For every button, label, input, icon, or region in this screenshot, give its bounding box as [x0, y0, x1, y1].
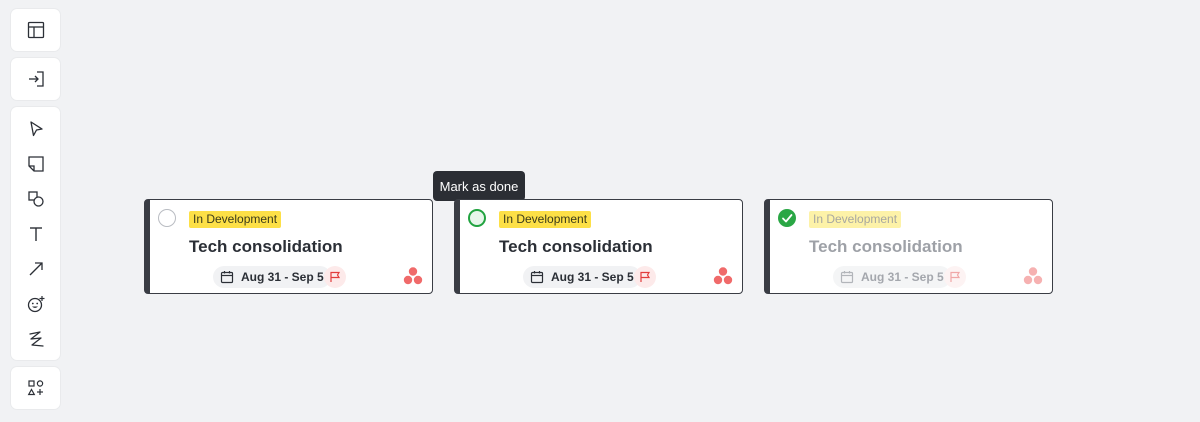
- toolbar-bottom-group: [11, 367, 60, 409]
- sticky-note-icon: [27, 155, 44, 172]
- checkmark-icon: [782, 214, 793, 223]
- toolbar-top-group-1: [11, 9, 60, 51]
- shapes-icon: [27, 190, 44, 207]
- more-shapes-add-icon: [27, 380, 43, 396]
- import-icon: [28, 71, 44, 87]
- text-icon: [29, 226, 42, 241]
- task-card[interactable]: In Development Tech consolidation Aug 31…: [454, 199, 743, 294]
- toolbar-tools-group: [11, 107, 60, 360]
- mark-done-checkbox[interactable]: [468, 209, 486, 227]
- mark-done-tooltip: Mark as done: [433, 171, 525, 206]
- import-button[interactable]: [11, 58, 60, 100]
- pen-tool-button[interactable]: [11, 321, 60, 356]
- task-title: Tech consolidation: [809, 237, 963, 256]
- mark-done-checkbox[interactable]: [158, 209, 176, 227]
- select-pointer-icon: [29, 120, 43, 136]
- task-card-completed[interactable]: In Development Tech consolidation Aug 31…: [764, 199, 1053, 294]
- layout-panel-icon: [27, 21, 44, 39]
- due-date-text: Aug 31 - Sep 5: [551, 270, 634, 284]
- mark-done-checkbox[interactable]: [778, 209, 796, 227]
- text-tool-button[interactable]: [11, 216, 60, 251]
- due-date-chip[interactable]: Aug 31 - Sep 5: [213, 266, 331, 288]
- asana-logo-icon: [1023, 267, 1043, 285]
- calendar-icon: [840, 271, 854, 284]
- sticky-note-tool-button[interactable]: [11, 146, 60, 181]
- priority-flag-chip[interactable]: [324, 266, 346, 288]
- pen-draw-icon: [28, 330, 44, 347]
- arrow-line-icon: [29, 261, 43, 275]
- emoji-add-icon: [27, 295, 44, 312]
- more-shapes-button[interactable]: [11, 367, 60, 409]
- task-card[interactable]: In Development Tech consolidation Aug 31…: [144, 199, 433, 294]
- flag-icon: [640, 271, 651, 282]
- priority-flag-chip[interactable]: [944, 266, 966, 288]
- due-date-text: Aug 31 - Sep 5: [861, 270, 944, 284]
- emoji-tool-button[interactable]: [11, 286, 60, 321]
- calendar-icon: [220, 271, 234, 284]
- due-date-text: Aug 31 - Sep 5: [241, 270, 324, 284]
- priority-flag-chip[interactable]: [634, 266, 656, 288]
- select-tool-button[interactable]: [11, 111, 60, 146]
- flag-icon: [330, 271, 341, 282]
- flag-icon: [950, 271, 961, 282]
- due-date-chip[interactable]: Aug 31 - Sep 5: [523, 266, 641, 288]
- task-title: Tech consolidation: [499, 237, 653, 256]
- layout-panel-button[interactable]: [11, 9, 60, 51]
- asana-logo-icon: [713, 267, 733, 285]
- shapes-tool-button[interactable]: [11, 181, 60, 216]
- asana-logo-icon: [403, 267, 423, 285]
- status-badge: In Development: [189, 211, 282, 228]
- arrow-tool-button[interactable]: [11, 251, 60, 286]
- status-badge: In Development: [809, 211, 902, 228]
- status-badge: In Development: [499, 211, 592, 228]
- task-title: Tech consolidation: [189, 237, 343, 256]
- due-date-chip[interactable]: Aug 31 - Sep 5: [833, 266, 951, 288]
- toolbar-top-group-2: [11, 58, 60, 100]
- calendar-icon: [530, 271, 544, 284]
